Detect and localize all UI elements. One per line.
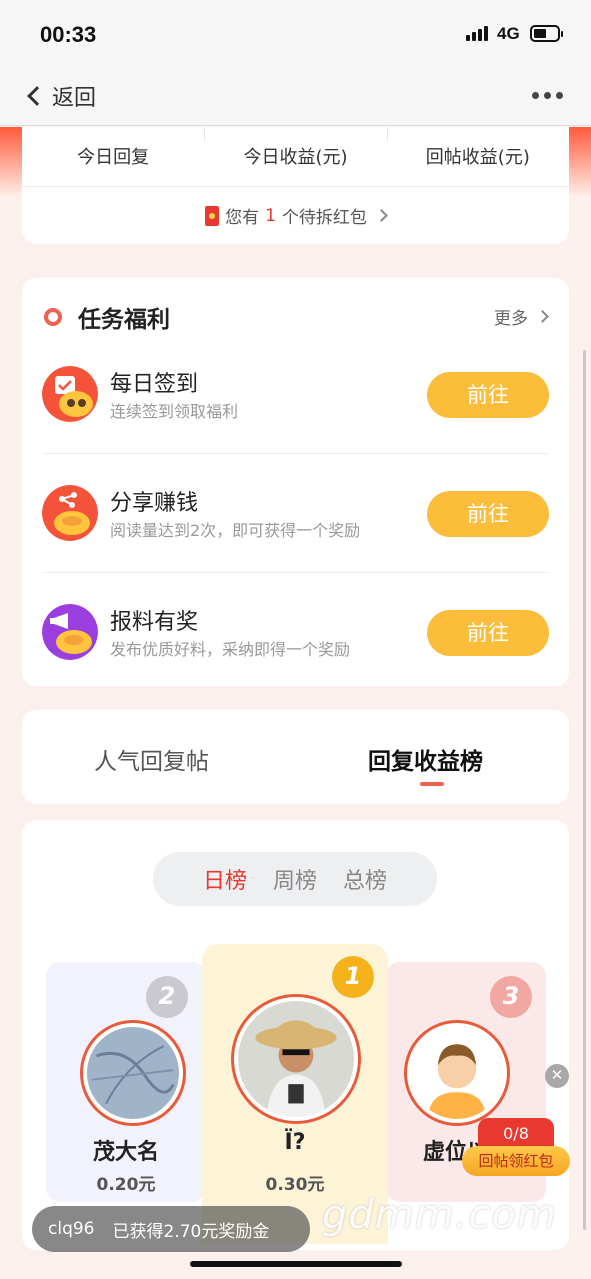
- report-reward-icon: [42, 604, 98, 660]
- pending-redpacket-link[interactable]: 您有 1 个待拆红包: [22, 187, 569, 228]
- podium-name: Ï?: [284, 1130, 306, 1155]
- status-time: 00:33: [40, 22, 97, 47]
- task-row-daily-checkin: 每日签到 连续签到领取福利 前往: [42, 336, 549, 454]
- rank-3-medal-icon: 3: [490, 976, 532, 1018]
- scrollbar[interactable]: [583, 350, 586, 1230]
- task-more-label: 更多: [494, 309, 528, 329]
- task-desc: 阅读量达到2次，即可获得一个奖励: [110, 521, 361, 540]
- rank-2-medal-icon: 2: [146, 976, 188, 1018]
- avatar-rank-1: [231, 994, 361, 1124]
- signal-icon: [466, 26, 488, 41]
- stats-card: 今日回复 今日收益(元) 回帖收益(元) 您有 1 个待拆红包: [22, 127, 569, 244]
- redpacket-prefix: 您有: [225, 208, 260, 228]
- ring-dot-icon: [44, 308, 62, 326]
- toast-user: clq96: [48, 1219, 95, 1239]
- podium-amount: 0.20元: [96, 1175, 156, 1195]
- stat-reply-earnings: 回帖收益(元): [386, 127, 569, 186]
- task-desc: 连续签到领取福利: [110, 402, 239, 421]
- ranking-card: 日榜 周榜 总榜 2 茂大名 0.20元 3 虚位以 1 Ï? 0.30元: [22, 820, 569, 1250]
- back-button[interactable]: 返回: [24, 80, 96, 112]
- stat-today-earnings: 今日收益(元): [204, 127, 386, 186]
- podium-name: 茂大名: [92, 1140, 159, 1165]
- more-options-icon[interactable]: [532, 92, 563, 99]
- period-total[interactable]: 总榜: [343, 863, 387, 895]
- battery-icon: [530, 25, 563, 42]
- go-button-share-earn[interactable]: 前往: [427, 491, 549, 537]
- task-desc: 发布优质好料，采纳即得一个奖励: [110, 640, 351, 659]
- period-daily[interactable]: 日榜: [203, 863, 247, 895]
- active-tab-indicator: [420, 782, 444, 786]
- task-row-share-earn: 分享赚钱 阅读量达到2次，即可获得一个奖励 前往: [42, 455, 549, 573]
- nav-bar: 返回: [0, 68, 591, 126]
- task-name: 报料有奖: [110, 610, 199, 635]
- chevron-right-icon: [375, 209, 388, 222]
- go-button-daily-checkin[interactable]: 前往: [427, 372, 549, 418]
- toast-message: 已获得2.70元奖励金: [112, 1221, 270, 1242]
- red-envelope-icon: [205, 205, 220, 226]
- close-icon[interactable]: ✕: [545, 1064, 569, 1088]
- task-name: 分享赚钱: [110, 491, 199, 516]
- task-more-link[interactable]: 更多: [494, 304, 549, 329]
- redpacket-count: 1: [265, 205, 276, 226]
- stat-today-replies: 今日回复: [77, 147, 150, 168]
- avatar-rank-2: [80, 1020, 186, 1126]
- float-redpacket-widget[interactable]: 0/8 回帖领红包: [462, 1118, 570, 1178]
- tab-popular-replies[interactable]: 人气回复帖: [94, 742, 209, 776]
- list-tabs-card: 人气回复帖 回复收益榜: [22, 710, 569, 804]
- redpacket-suffix: 个待拆红包: [281, 208, 367, 228]
- network-label: 4G: [497, 24, 520, 43]
- task-benefits-card: 任务福利 更多 每日签到 连续签到领取福利 前往 分享赚钱 阅读量达到2次，即可…: [22, 278, 569, 686]
- period-segmented-control: 日榜 周榜 总榜: [153, 852, 437, 906]
- float-redpacket-label: 回帖领红包: [462, 1146, 570, 1176]
- share-earn-icon: [42, 485, 98, 541]
- rank-1-medal-icon: 1: [332, 956, 374, 998]
- home-indicator[interactable]: [190, 1261, 402, 1267]
- tab-reply-earnings-rank[interactable]: 回复收益榜: [368, 742, 483, 776]
- daily-checkin-icon: [42, 366, 98, 422]
- avatar-rank-3: [404, 1020, 510, 1126]
- task-name: 每日签到: [110, 372, 199, 397]
- task-row-report-reward: 报料有奖 发布优质好料，采纳即得一个奖励 前往: [42, 574, 549, 692]
- task-title: 任务福利: [78, 307, 170, 333]
- chevron-left-icon: [27, 86, 47, 106]
- go-button-report-reward[interactable]: 前往: [427, 610, 549, 656]
- task-header: 任务福利: [44, 300, 170, 334]
- stats-labels: 今日回复 今日收益(元) 回帖收益(元): [22, 127, 569, 187]
- podium-rank-2[interactable]: 2 茂大名 0.20元: [46, 962, 206, 1202]
- period-weekly[interactable]: 周榜: [273, 863, 317, 895]
- chevron-right-icon: [536, 310, 549, 323]
- status-bar: 00:33 4G: [0, 0, 591, 68]
- watermark: gdmm.com: [322, 1192, 557, 1238]
- back-label: 返回: [52, 86, 97, 111]
- reward-toast: clq96 已获得2.70元奖励金: [32, 1206, 310, 1252]
